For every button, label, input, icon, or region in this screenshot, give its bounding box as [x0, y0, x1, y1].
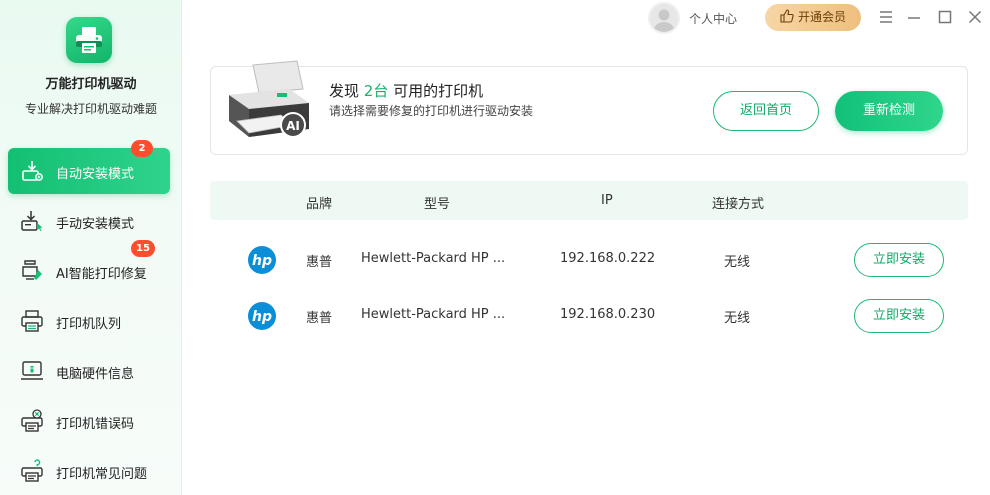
ip-cell: 192.168.0.230	[560, 307, 656, 322]
hardware-info-icon	[21, 361, 43, 380]
sidebar-item-label: 打印机常见问题	[56, 467, 148, 482]
install-now-button[interactable]: 立即安装	[854, 299, 944, 333]
column-header-model: 型号	[424, 197, 451, 212]
sidebar-item-faq[interactable]: 打印机常见问题	[8, 448, 170, 494]
thumbs-up-icon	[780, 9, 794, 23]
sidebar-item-print-queue[interactable]: 打印机队列	[8, 298, 170, 344]
sidebar-item-manual-install[interactable]: 手动安装模式	[8, 198, 170, 244]
sidebar-item-label: 手动安装模式	[56, 217, 135, 232]
print-queue-icon	[21, 310, 43, 332]
user-avatar-icon	[653, 9, 675, 32]
rescan-button[interactable]: 重新检测	[835, 91, 943, 131]
printer-icon	[66, 17, 112, 63]
printer-count: 2台	[363, 82, 389, 100]
vip-button[interactable]: 开通会员	[765, 4, 861, 31]
sidebar-item-label: 自动安装模式	[56, 167, 135, 182]
menu-icon[interactable]	[878, 9, 894, 25]
printer-discovery-banner: AI 发现 2台 可用的打印机 请选择需要修复的打印机进行驱动安装 返回首页 重…	[210, 60, 968, 155]
manual-install-icon	[21, 211, 43, 231]
sidebar-item-auto-install[interactable]: 自动安装模式 2	[8, 140, 170, 194]
install-now-button[interactable]: 立即安装	[854, 243, 944, 277]
app-title: 万能打印机驱动	[45, 77, 137, 92]
error-code-icon	[21, 409, 43, 432]
avatar[interactable]	[648, 2, 680, 34]
model-cell: Hewlett-Packard HP ...	[361, 251, 506, 266]
banner-title-suffix: 可用的打印机	[388, 82, 484, 100]
svg-text:hp: hp	[252, 309, 272, 325]
ip-cell: 192.168.0.222	[560, 251, 656, 266]
sidebar-item-label: 打印机错误码	[56, 417, 135, 432]
notification-badge: 2	[131, 140, 153, 157]
column-header-ip: IP	[601, 193, 613, 208]
notification-badge: 15	[131, 240, 155, 257]
sidebar-item-error-code[interactable]: 打印机错误码	[8, 398, 170, 444]
app-subtitle: 专业解决打印机驱动难题	[24, 102, 157, 116]
user-center-link[interactable]: 个人中心	[689, 10, 737, 27]
sidebar-item-label: AI智能打印修复	[56, 267, 147, 282]
banner-subtitle: 请选择需要修复的打印机进行驱动安装	[329, 104, 534, 118]
minimize-icon[interactable]	[906, 9, 922, 25]
brand-cell: 惠普	[306, 311, 333, 326]
column-header-connection: 连接方式	[712, 197, 765, 212]
hp-logo-icon: hp	[248, 302, 276, 330]
auto-install-icon	[22, 161, 43, 181]
maximize-icon[interactable]	[937, 9, 953, 25]
connection-cell: 无线	[724, 311, 751, 326]
sidebar-item-ai-repair[interactable]: AI智能打印修复 15	[8, 240, 170, 294]
vip-button-label: 开通会员	[797, 10, 846, 24]
model-cell: Hewlett-Packard HP ...	[361, 307, 506, 322]
table-header: 品牌 型号 IP 连接方式	[210, 181, 968, 220]
svg-text:hp: hp	[252, 253, 272, 269]
sidebar-item-hardware-info[interactable]: 电脑硬件信息	[8, 348, 170, 394]
faq-icon	[21, 459, 43, 482]
banner-title-prefix: 发现	[329, 82, 360, 100]
back-home-button[interactable]: 返回首页	[713, 91, 819, 131]
sidebar-item-label: 打印机队列	[56, 317, 122, 332]
ai-repair-icon	[22, 260, 42, 280]
hp-logo-icon: hp	[248, 246, 276, 274]
ai-badge-text: AI	[286, 119, 300, 133]
connection-cell: 无线	[724, 255, 751, 270]
banner-title: 发现 2台 可用的打印机	[329, 80, 483, 101]
close-icon[interactable]	[967, 9, 983, 25]
table-row: hp 惠普 Hewlett-Packard HP ... 192.168.0.2…	[210, 288, 968, 344]
brand-cell: 惠普	[306, 255, 333, 270]
column-header-brand: 品牌	[306, 197, 333, 212]
table-row: hp 惠普 Hewlett-Packard HP ... 192.168.0.2…	[210, 232, 968, 288]
sidebar: 万能打印机驱动 专业解决打印机驱动难题 自动安装模式 2 手动安装模式 AI智能…	[0, 0, 182, 495]
printer-illustration-icon: AI	[229, 60, 309, 138]
sidebar-item-label: 电脑硬件信息	[56, 367, 135, 382]
